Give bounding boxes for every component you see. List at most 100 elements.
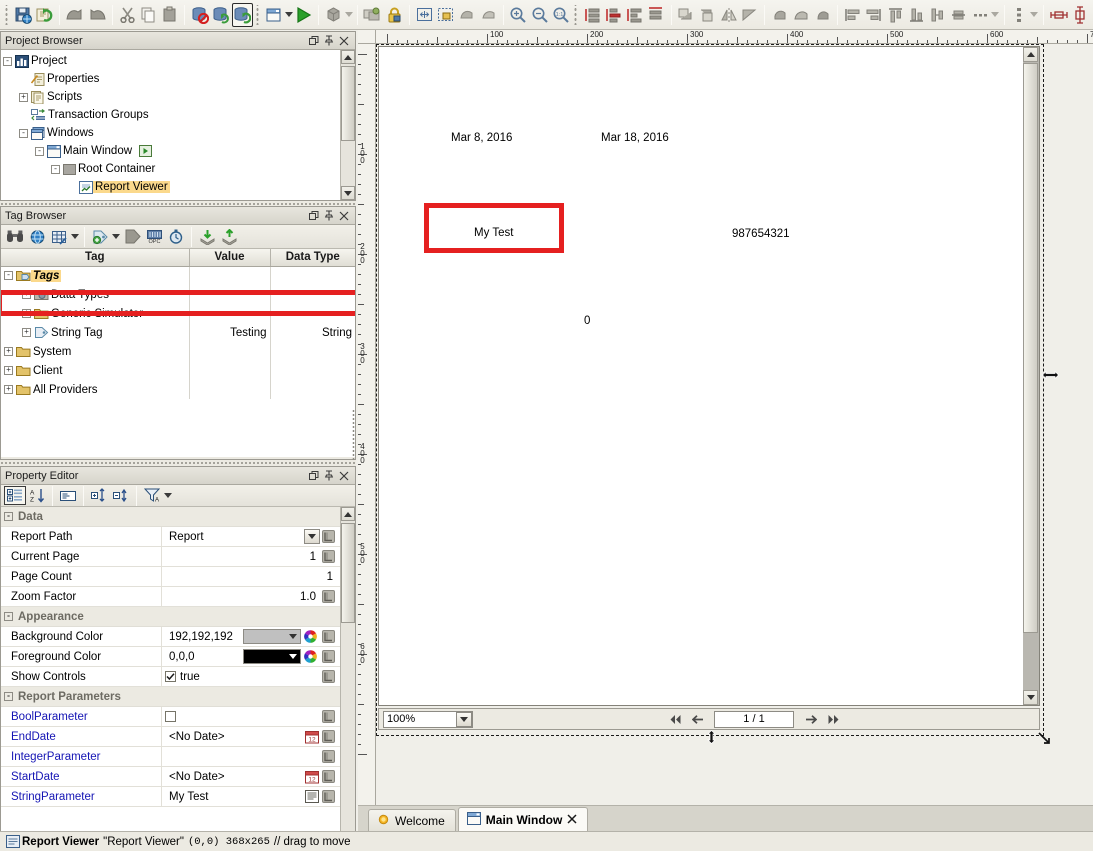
expander-minus-icon[interactable]: - xyxy=(3,56,12,66)
expander-minus-icon[interactable]: - xyxy=(51,164,60,174)
align-center-h-button[interactable] xyxy=(927,3,948,27)
group-button[interactable] xyxy=(456,3,477,27)
binding-button[interactable] xyxy=(320,668,337,686)
page-number-input[interactable]: 1 / 1 xyxy=(714,710,794,728)
expander-plus-icon[interactable]: + xyxy=(4,385,13,394)
float-icon[interactable] xyxy=(306,209,321,223)
scroll-up-icon[interactable] xyxy=(1023,47,1038,62)
property-row[interactable]: StartDate <No Date> 12 xyxy=(1,767,340,787)
mirror-horizontal-button[interactable] xyxy=(718,3,739,27)
categorized-icon[interactable] xyxy=(4,486,26,505)
scroll-down-icon[interactable] xyxy=(341,186,355,200)
align-center-v-button[interactable] xyxy=(948,3,969,27)
color-wheel-icon[interactable] xyxy=(303,629,318,644)
toolbar-grip[interactable] xyxy=(255,4,262,25)
binding-button[interactable] xyxy=(320,588,337,606)
expander-minus-icon[interactable]: - xyxy=(35,146,44,156)
align-top-button[interactable] xyxy=(885,3,906,27)
property-row[interactable]: Current Page 1 xyxy=(1,547,340,567)
zoom-select[interactable]: 100% xyxy=(383,710,473,728)
tab-welcome[interactable]: Welcome xyxy=(368,809,456,831)
property-value-cell[interactable] xyxy=(161,707,340,726)
property-row[interactable]: BoolParameter xyxy=(1,707,340,727)
size-width-button[interactable] xyxy=(1048,3,1070,27)
expander-minus-icon[interactable]: - xyxy=(4,692,13,701)
zoom-in-button[interactable] xyxy=(508,3,529,27)
layout-anchor-button[interactable] xyxy=(582,3,603,27)
chevron-down-icon[interactable] xyxy=(456,711,472,727)
property-group-header[interactable]: - Data xyxy=(1,507,340,527)
new-tag-icon[interactable] xyxy=(89,227,111,247)
scrollbar-thumb[interactable] xyxy=(1023,63,1038,633)
rotate-free-button[interactable] xyxy=(812,3,833,27)
report-viewer-component[interactable]: Mar 8, 2016 Mar 18, 2016 My Test 987654321 0 xyxy=(378,46,1040,706)
space-menu[interactable] xyxy=(1030,4,1039,26)
binding-button[interactable] xyxy=(320,788,337,806)
ungroup-button[interactable] xyxy=(478,3,499,27)
scroll-up-icon[interactable] xyxy=(341,507,355,521)
layout-fill-button[interactable] xyxy=(645,3,666,27)
property-value-cell[interactable]: 1 xyxy=(161,547,340,566)
db-browse-button[interactable] xyxy=(211,3,232,27)
calendar-button[interactable]: 12 xyxy=(305,730,319,744)
property-editor-scrollbar[interactable] xyxy=(340,507,355,851)
project-tree-item[interactable]: Transaction Groups xyxy=(3,106,355,124)
tag-table-row[interactable]: - Tags xyxy=(1,266,355,285)
opc-icon[interactable]: OPC xyxy=(143,227,165,247)
property-value-cell[interactable]: 1.0 xyxy=(161,587,340,606)
property-row[interactable]: StringParameter My Test xyxy=(1,787,340,807)
tag-table-row[interactable]: + Client xyxy=(1,361,355,380)
resize-handle-corner[interactable] xyxy=(1038,732,1050,744)
design-pane[interactable]: Mar 8, 2016 Mar 18, 2016 My Test 987654321 0… xyxy=(376,44,1093,805)
property-value-cell[interactable] xyxy=(161,747,340,766)
binding-button[interactable] xyxy=(320,628,337,646)
scrollbar-thumb[interactable] xyxy=(341,66,355,141)
property-row[interactable]: Show Controls true xyxy=(1,667,340,687)
expander-minus-icon[interactable]: - xyxy=(4,271,13,281)
prev-page-icon[interactable] xyxy=(691,711,705,727)
tab-main-window[interactable]: Main Window xyxy=(457,807,589,831)
layout-stretch-button[interactable] xyxy=(624,3,645,27)
expand-all-icon[interactable] xyxy=(88,486,110,505)
pin-icon[interactable] xyxy=(321,209,336,223)
project-tree-item[interactable]: - Project xyxy=(3,52,355,70)
new-window-menu[interactable] xyxy=(284,4,293,26)
property-value-cell[interactable]: true xyxy=(161,667,340,686)
grid-edit-icon[interactable] xyxy=(48,227,70,247)
color-wheel-icon[interactable] xyxy=(303,649,318,664)
pin-icon[interactable] xyxy=(321,469,336,483)
report-page[interactable]: Mar 8, 2016 Mar 18, 2016 My Test 987654321 0 xyxy=(379,47,1023,705)
color-dropdown[interactable] xyxy=(243,649,301,664)
text-editor-button[interactable] xyxy=(305,790,319,803)
expander-plus-icon[interactable]: + xyxy=(22,328,31,337)
mirror-vertical-button[interactable] xyxy=(739,3,760,27)
color-dropdown[interactable] xyxy=(243,629,301,644)
component-menu[interactable] xyxy=(345,4,354,26)
property-row[interactable]: Foreground Color 0,0,0 xyxy=(1,647,340,667)
rotate-left-button[interactable] xyxy=(769,3,790,27)
preview-mode-button[interactable] xyxy=(293,3,314,27)
copy-button[interactable] xyxy=(138,3,159,27)
chevron-down-icon[interactable] xyxy=(70,226,80,248)
export-icon[interactable] xyxy=(218,227,240,247)
project-tree-item[interactable]: - Root Container xyxy=(3,160,355,178)
rotate-right-button[interactable] xyxy=(791,3,812,27)
property-value-cell[interactable]: <No Date> 12 xyxy=(161,767,340,786)
tag-table-row[interactable]: + System xyxy=(1,342,355,361)
checkbox[interactable] xyxy=(165,671,176,682)
report-page-scrollbar[interactable] xyxy=(1023,47,1039,705)
column-header-value[interactable]: Value xyxy=(189,249,271,267)
db-refresh-button[interactable] xyxy=(231,2,253,27)
close-icon[interactable] xyxy=(336,209,351,223)
property-row[interactable]: Page Count 1 xyxy=(1,567,340,587)
binding-button[interactable] xyxy=(320,748,337,766)
project-tree-item[interactable]: Properties xyxy=(3,70,355,88)
project-tree-item[interactable]: + Scripts xyxy=(3,88,355,106)
scroll-up-icon[interactable] xyxy=(341,50,355,64)
project-tree[interactable]: - Project Properties + Scripts Transaction Gr… xyxy=(1,50,355,196)
zoom-out-button[interactable] xyxy=(529,3,550,27)
checkbox[interactable] xyxy=(165,711,176,722)
float-icon[interactable] xyxy=(306,34,321,48)
distribute-button[interactable] xyxy=(970,3,991,27)
toolbar-grip[interactable] xyxy=(4,4,11,25)
